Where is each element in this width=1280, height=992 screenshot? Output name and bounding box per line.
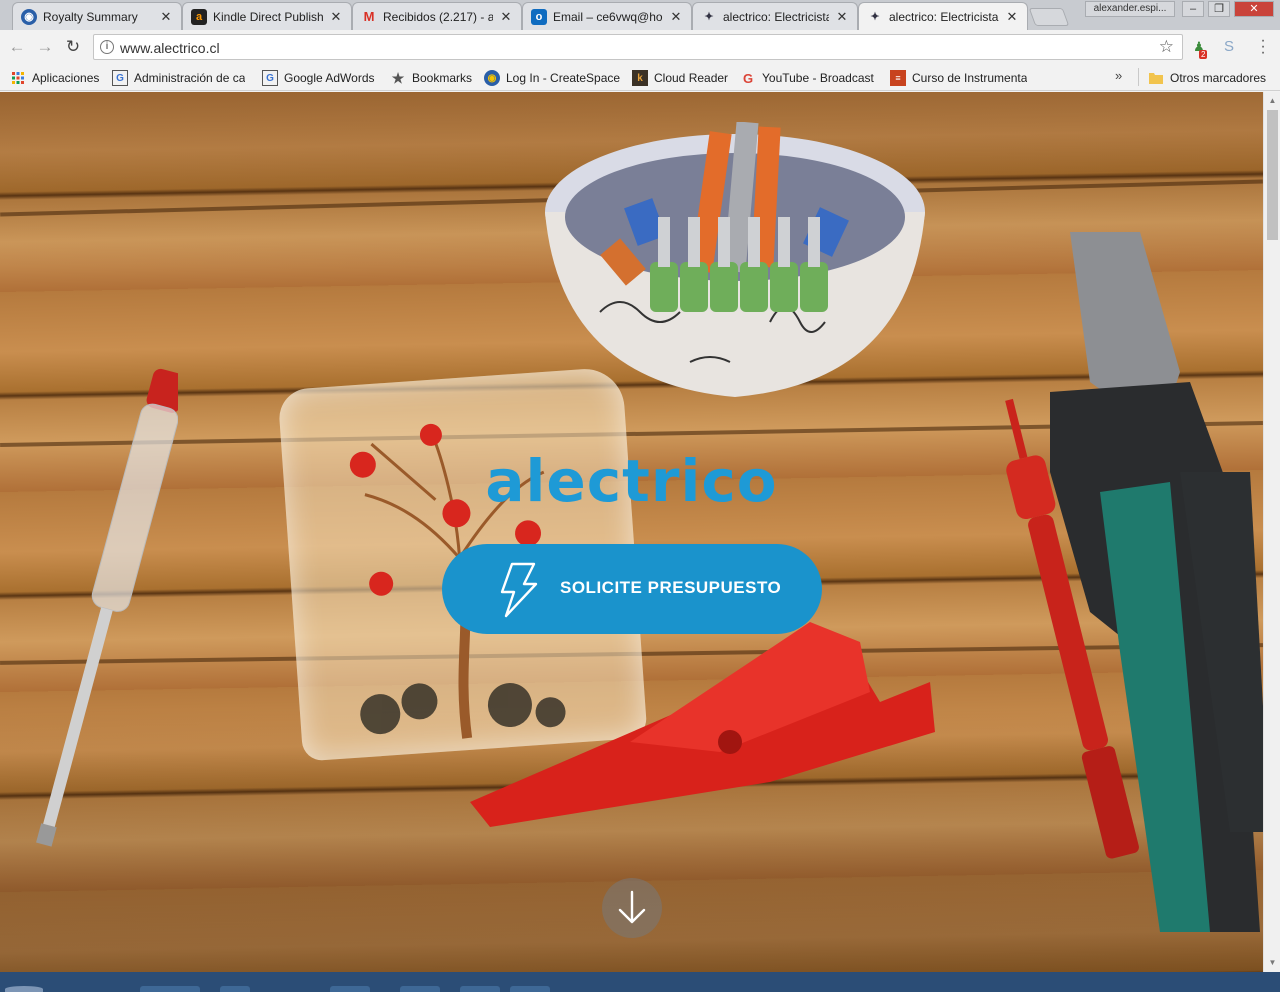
tab-outlook[interactable]: o Email – ce6vwq@ho ✕: [522, 2, 692, 30]
red-clip-photo-element: [470, 622, 935, 827]
minimize-icon[interactable]: –: [1182, 1, 1204, 17]
bookmark-label: Otros marcadores: [1170, 71, 1267, 85]
browser-toolbar: ← → ↻ i www.alectrico.cl ☆ ♟ S: [0, 30, 1280, 64]
google-g-icon: G: [262, 70, 278, 86]
tab-strip: ◉ Royalty Summary ✕ a Kindle Direct Publ…: [0, 0, 1280, 30]
info-icon[interactable]: i: [100, 40, 114, 54]
close-icon[interactable]: ✕: [499, 9, 513, 25]
profile-button[interactable]: alexander.espi...: [1085, 1, 1175, 17]
bookmark-label: YouTube - Broadcast: [762, 71, 874, 85]
bookmark-createspace[interactable]: ◉ Log In - CreateSpace: [484, 68, 620, 88]
address-bar[interactable]: i www.alectrico.cl ☆: [93, 34, 1183, 60]
kindle-k-icon: k: [632, 70, 648, 86]
folder-icon: [1148, 70, 1164, 86]
close-icon[interactable]: ✕: [669, 9, 683, 25]
bookmark-curso[interactable]: ≡ Curso de Instrumenta: [890, 68, 1030, 88]
google-g-icon: G: [742, 70, 754, 86]
tab-title: alectrico: Electricista: [723, 9, 829, 24]
brand-logo-text: alectrico: [485, 447, 778, 515]
amazon-icon: a: [191, 8, 207, 25]
request-quote-label: SOLICITE PRESUPUESTO: [560, 578, 782, 597]
tab-title: Kindle Direct Publish: [213, 9, 323, 24]
new-tab-button[interactable]: [1028, 8, 1070, 26]
os-taskbar: [0, 972, 1280, 992]
start-button[interactable]: [5, 986, 43, 992]
createspace-icon: ◉: [21, 8, 37, 25]
google-g-icon: G: [112, 70, 128, 86]
star-icon: ★: [391, 69, 405, 86]
tab-title: Email – ce6vwq@ho: [553, 9, 663, 24]
scroll-down-button[interactable]: [602, 878, 662, 938]
close-icon[interactable]: ✕: [835, 9, 849, 25]
close-icon[interactable]: ✕: [1005, 9, 1019, 25]
url-text[interactable]: www.alectrico.cl: [120, 40, 220, 56]
restore-icon[interactable]: ❐: [1208, 1, 1230, 17]
bookmark-label: Google AdWords: [284, 71, 375, 85]
forward-arrow-icon[interactable]: →: [34, 36, 56, 58]
tab-kindle[interactable]: a Kindle Direct Publish ✕: [182, 2, 352, 30]
tab-gmail[interactable]: M Recibidos (2.217) - a ✕: [352, 2, 522, 30]
vertical-scrollbar[interactable]: ▲ ▼: [1263, 92, 1280, 972]
course-icon: ≡: [890, 70, 906, 86]
scrollbar-thumb[interactable]: [1267, 110, 1278, 240]
scroll-up-arrow-icon[interactable]: ▲: [1267, 94, 1278, 108]
arrow-down-icon: [618, 890, 646, 924]
apps-grid-icon: [10, 70, 26, 86]
request-quote-button[interactable]: SOLICITE PRESUPUESTO: [442, 544, 822, 634]
outlook-icon: o: [531, 8, 547, 25]
tab-royalty-summary[interactable]: ◉ Royalty Summary ✕: [12, 2, 182, 30]
menu-dots-icon[interactable]: · · ·: [1258, 33, 1268, 61]
screwdriver-photo-element: [36, 368, 178, 847]
alectrico-icon: ✦: [704, 11, 714, 23]
bookmark-label: Bookmarks: [412, 71, 473, 85]
createspace-icon: ◉: [484, 70, 500, 86]
window-close-icon[interactable]: ✕: [1234, 1, 1274, 17]
scroll-down-arrow-icon[interactable]: ▼: [1267, 956, 1278, 970]
bookmark-label: Log In - CreateSpace: [506, 71, 621, 85]
taskbar-item[interactable]: [460, 986, 500, 992]
bookmark-label: Cloud Reader: [654, 71, 729, 85]
lightning-bolt-icon: [500, 562, 538, 618]
bookmark-label: Curso de Instrumenta: [912, 71, 1028, 85]
bookmark-label: Administración de ca: [134, 71, 246, 85]
bookmark-other[interactable]: Otros marcadores: [1148, 68, 1266, 88]
bookmark-administracion[interactable]: G Administración de ca: [112, 68, 250, 88]
back-arrow-icon[interactable]: ←: [6, 36, 28, 58]
taskbar-item[interactable]: [400, 986, 440, 992]
more-bookmarks-chevron-icon[interactable]: »: [1115, 68, 1122, 83]
bookmark-star-icon[interactable]: ☆: [1159, 37, 1174, 57]
bookmark-bookmarks[interactable]: ★ Bookmarks: [390, 68, 472, 88]
tab-title: Royalty Summary: [43, 9, 138, 24]
bookmark-label: Aplicaciones: [32, 71, 100, 85]
close-icon[interactable]: ✕: [329, 9, 343, 25]
skype-icon[interactable]: S: [1220, 38, 1238, 56]
tab-title: Recibidos (2.217) - a: [383, 9, 493, 24]
taskbar-item[interactable]: [220, 986, 250, 992]
extension-badge: 2: [1199, 50, 1208, 59]
taskbar-item[interactable]: [330, 986, 370, 992]
hero-section: alectrico SOLICITE PRESUPUESTO: [0, 92, 1263, 972]
gmail-icon: M: [363, 9, 375, 24]
taskbar-item[interactable]: [140, 986, 200, 992]
alectrico-icon: ✦: [870, 11, 880, 23]
bookmark-youtube[interactable]: G YouTube - Broadcast: [740, 68, 878, 88]
tab-alectrico-1[interactable]: ✦ alectrico: Electricista ✕: [692, 2, 858, 30]
taskbar-item[interactable]: [510, 986, 550, 992]
bookmark-apps[interactable]: Aplicaciones: [10, 68, 99, 88]
close-icon[interactable]: ✕: [159, 9, 173, 25]
tab-alectrico-active[interactable]: ✦ alectrico: Electricista ✕: [858, 2, 1028, 30]
bookmarks-bar: Aplicaciones G Administración de ca G Go…: [0, 64, 1280, 91]
reload-icon[interactable]: ↻: [62, 36, 84, 58]
bowl-photo-element: [545, 122, 925, 397]
bookmark-cloud-reader[interactable]: k Cloud Reader: [632, 68, 728, 88]
bookmarks-separator: [1138, 68, 1139, 86]
pliers-photo-element: [1050, 232, 1263, 932]
tab-title: alectrico: Electricista: [889, 9, 999, 24]
bookmark-adwords[interactable]: G Google AdWords: [262, 68, 375, 88]
